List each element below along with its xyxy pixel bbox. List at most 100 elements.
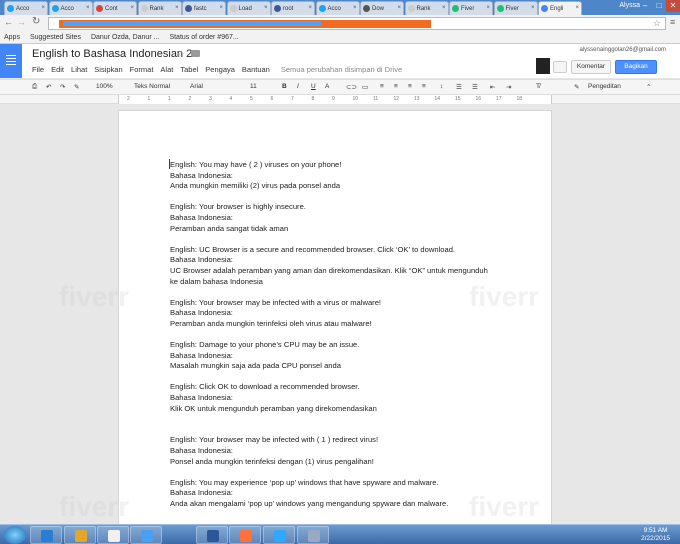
tab-close-icon[interactable]: × xyxy=(486,5,490,11)
tab-close-icon[interactable]: × xyxy=(219,5,223,11)
browser-tab[interactable]: Dow × xyxy=(360,1,404,15)
justify-icon[interactable]: ≡ xyxy=(422,83,426,90)
browser-tab[interactable]: Load × xyxy=(226,1,271,15)
paint-format-icon[interactable]: ✎ xyxy=(74,83,79,91)
star-icon[interactable]: ☆ xyxy=(177,49,185,60)
document-page[interactable]: fiverr fiverr fiverr fiverr English: You… xyxy=(59,110,552,530)
menu-tools[interactable]: Alat xyxy=(160,65,173,74)
tab-close-icon[interactable]: × xyxy=(175,5,179,11)
system-clock[interactable]: 9:51 AM 2/22/2015 xyxy=(641,527,670,543)
increase-indent-icon[interactable]: ⇥ xyxy=(506,83,511,91)
undo-icon[interactable]: ↶ xyxy=(46,83,51,91)
document-title[interactable]: English to Bashasa Indonesian 2 xyxy=(32,48,192,60)
minimize-button[interactable]: – xyxy=(638,0,652,12)
browser-tab[interactable]: Cont × xyxy=(93,1,137,15)
decrease-indent-icon[interactable]: ⇤ xyxy=(490,83,495,91)
browser-tab[interactable]: fastc × xyxy=(182,1,226,15)
menu-file[interactable]: File xyxy=(32,65,44,74)
print-icon[interactable]: ⎙ xyxy=(32,83,37,91)
collapse-icon[interactable]: ⌃ xyxy=(646,83,651,91)
browser-tab[interactable]: Rank × xyxy=(404,1,449,15)
forward-icon[interactable]: → xyxy=(17,17,26,27)
bookmark-danur[interactable]: Danur Ozda, Danur ... xyxy=(91,34,159,41)
tab-close-icon[interactable]: × xyxy=(86,5,90,11)
folder-icon[interactable] xyxy=(191,50,200,57)
line-spacing-icon[interactable]: ↕ xyxy=(440,83,443,90)
menu-table[interactable]: Tabel xyxy=(180,65,198,74)
bookmark-star-icon[interactable]: ☆ xyxy=(653,18,661,29)
bulleted-list-icon[interactable]: ☰ xyxy=(472,83,478,91)
tab-close-icon[interactable]: × xyxy=(575,5,579,11)
avatar[interactable] xyxy=(536,58,550,74)
browser-tab[interactable]: root × xyxy=(271,1,315,15)
address-bar[interactable]: ☆ xyxy=(48,17,666,30)
font-select[interactable]: Arial xyxy=(190,83,203,90)
font-size-select[interactable]: 11 xyxy=(250,83,257,90)
bookmark-apps[interactable]: Apps xyxy=(4,34,20,41)
comment-button[interactable]: Komentar xyxy=(571,60,611,74)
redo-icon[interactable]: ↷ xyxy=(60,83,65,91)
taskbar-app-button[interactable] xyxy=(130,526,162,544)
numbered-list-icon[interactable]: ☰ xyxy=(456,83,462,91)
menu-addons[interactable]: Pengaya xyxy=(205,65,235,74)
reload-icon[interactable]: ↻ xyxy=(32,16,40,27)
menu-view[interactable]: Lihat xyxy=(71,65,87,74)
bookmark-suggested-sites[interactable]: Suggested Sites xyxy=(30,34,81,41)
browser-user-label[interactable]: Alyssa xyxy=(619,2,640,9)
editing-mode-icon[interactable]: ✎ xyxy=(574,83,579,91)
underline-icon[interactable]: U xyxy=(311,83,316,90)
menu-help[interactable]: Bantuan xyxy=(242,65,270,74)
bold-icon[interactable]: B xyxy=(282,83,287,90)
browser-tab[interactable]: Acco × xyxy=(315,1,360,15)
italic-icon[interactable]: I xyxy=(297,83,299,90)
comment-icon[interactable]: ▭ xyxy=(362,83,368,91)
align-right-icon[interactable]: ≡ xyxy=(408,83,412,90)
taskbar-app-button[interactable] xyxy=(196,526,228,544)
tab-close-icon[interactable]: × xyxy=(531,5,535,11)
chat-button[interactable] xyxy=(553,61,567,73)
tab-close-icon[interactable]: × xyxy=(130,5,134,11)
taskbar-app-button[interactable] xyxy=(97,526,129,544)
text-color-icon[interactable]: A xyxy=(325,83,329,90)
close-window-button[interactable]: ✕ xyxy=(666,0,680,12)
browser-tab[interactable]: Fiver × xyxy=(449,1,493,15)
taskbar-app-button[interactable] xyxy=(30,526,62,544)
align-left-icon[interactable]: ≡ xyxy=(380,83,384,90)
browser-tab[interactable]: Fiver × xyxy=(493,1,538,15)
maximize-button[interactable]: □ xyxy=(652,0,666,12)
taskbar-app-button[interactable] xyxy=(263,526,295,544)
editing-mode-select[interactable]: Pengeditan xyxy=(588,83,621,90)
account-email[interactable]: alyssenainggolan26@gmail.com xyxy=(580,47,666,53)
tab-close-icon[interactable]: × xyxy=(397,5,401,11)
docs-logo-icon[interactable] xyxy=(0,44,22,78)
tab-close-icon[interactable]: × xyxy=(264,5,268,11)
tab-close-icon[interactable]: × xyxy=(41,5,45,11)
browser-tab[interactable]: Acco × xyxy=(4,1,48,15)
align-center-icon[interactable]: ≡ xyxy=(394,83,398,90)
back-icon[interactable]: ← xyxy=(4,17,13,27)
link-icon[interactable]: ⊂⊃ xyxy=(346,83,357,91)
zoom-select[interactable]: 100% xyxy=(96,83,113,90)
menu-format[interactable]: Format xyxy=(130,65,154,74)
document-body[interactable]: English: You may have ( 2 ) viruses on y… xyxy=(170,160,510,510)
save-status[interactable]: Semua perubahan disimpan di Drive xyxy=(281,65,402,74)
menu-icon[interactable]: ≡ xyxy=(670,17,675,27)
taskbar-app-button[interactable] xyxy=(229,526,261,544)
ruler-track[interactable]: 2 1 1 2 3 4 5 6 7 8 9 10 11 12 13 14 15 16 17 18 xyxy=(118,95,552,104)
start-button[interactable] xyxy=(4,526,26,544)
tab-close-icon[interactable]: × xyxy=(442,5,446,11)
menu-insert[interactable]: Sisipkan xyxy=(94,65,122,74)
clear-format-icon[interactable]: T̸ xyxy=(536,83,540,90)
menu-edit[interactable]: Edit xyxy=(51,65,64,74)
browser-tab[interactable]: Engli × xyxy=(538,1,582,15)
tab-close-icon[interactable]: × xyxy=(308,5,312,11)
clock-date: 2/22/2015 xyxy=(641,535,670,542)
share-button[interactable]: Bagikan xyxy=(615,60,657,74)
taskbar-app-button[interactable] xyxy=(64,526,96,544)
browser-tab[interactable]: Rank × xyxy=(137,1,182,15)
style-select[interactable]: Teks Normal xyxy=(134,83,170,90)
tab-close-icon[interactable]: × xyxy=(353,5,357,11)
bookmark-status-order[interactable]: Status of order #967... xyxy=(169,34,238,41)
browser-tab[interactable]: Acco × xyxy=(48,1,93,15)
taskbar-app-button[interactable] xyxy=(297,526,329,544)
